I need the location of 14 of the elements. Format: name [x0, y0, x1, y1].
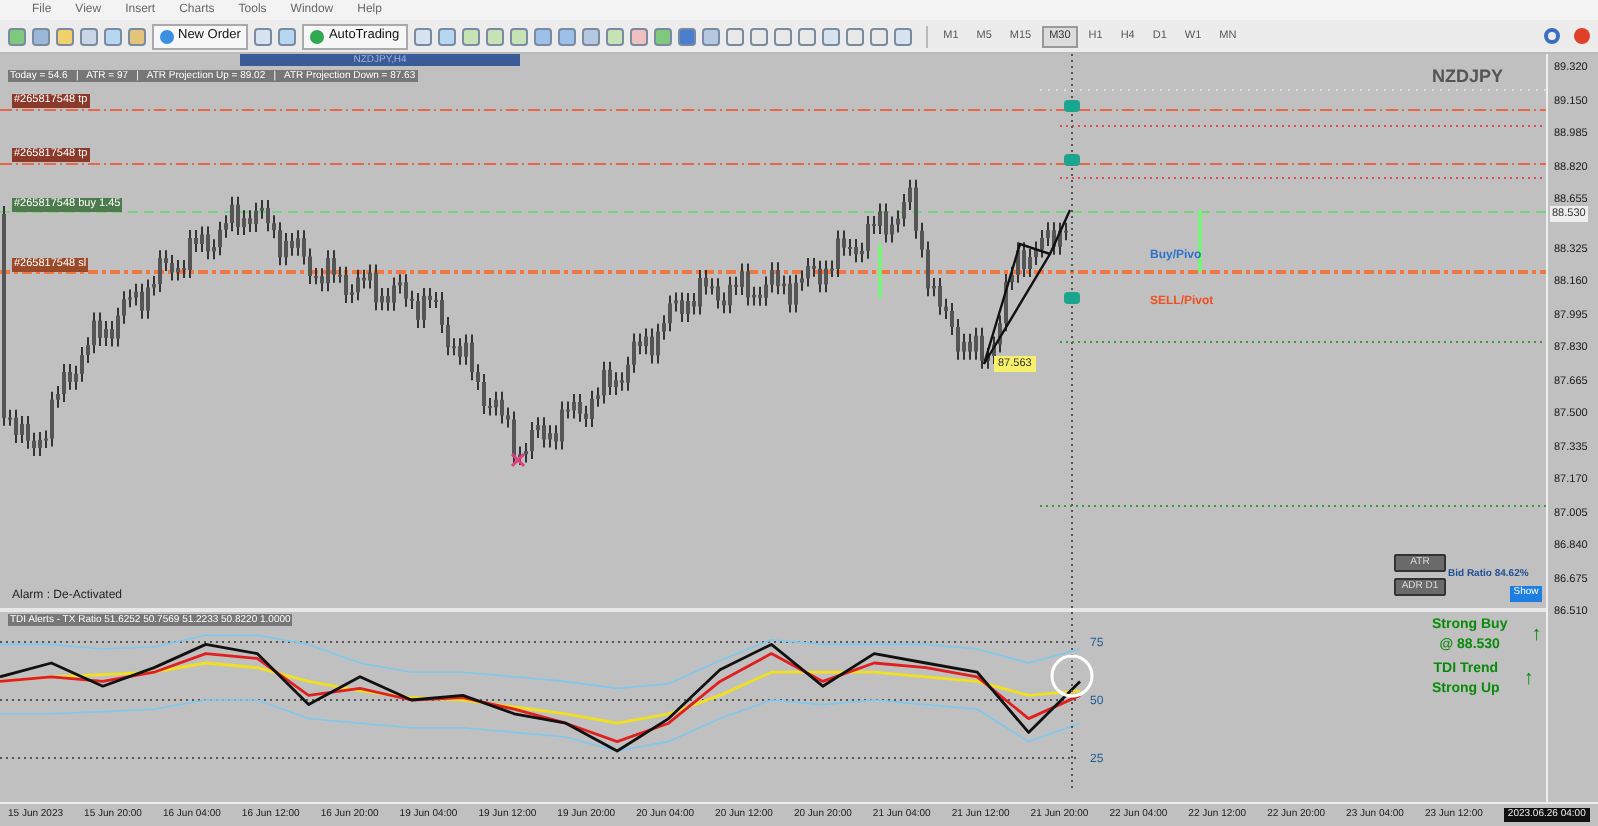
arrow-icon: ↑	[1531, 626, 1542, 646]
symbol-label: NZDJPY	[1432, 64, 1504, 90]
arrow-icon: ↑	[1523, 670, 1534, 690]
highlight-circle	[1050, 654, 1094, 698]
order-icon	[160, 29, 174, 43]
search-icon[interactable]	[1544, 28, 1560, 44]
pivot-marker	[878, 244, 882, 298]
notification-icon[interactable]	[1574, 28, 1590, 44]
pivot-marker	[1198, 210, 1202, 272]
marker-icon	[1064, 154, 1080, 166]
robot-icon	[310, 29, 325, 43]
marker-icon	[1064, 292, 1080, 304]
cross-icon	[510, 452, 526, 468]
marker-icon	[1064, 100, 1080, 112]
